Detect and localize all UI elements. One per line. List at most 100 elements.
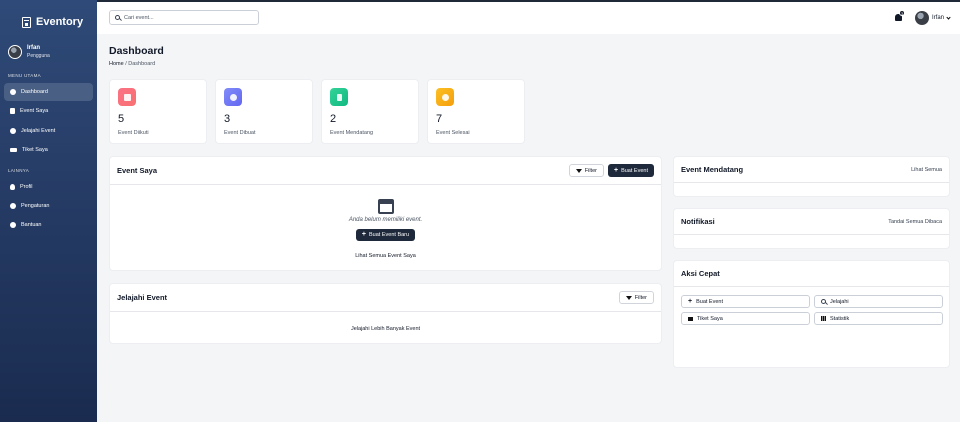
calendar-icon [10, 108, 15, 115]
sidebar-item-event-saya[interactable]: Event Saya [4, 102, 93, 120]
quick-action-label: Tiket Saya [697, 315, 723, 322]
brand[interactable]: Eventory [0, 0, 97, 34]
create-event-button[interactable]: + Buat Event [607, 164, 654, 177]
search-input[interactable] [124, 14, 244, 21]
empty-state: Anda belum memiliki event. + Buat Event … [110, 185, 661, 241]
sidebar-item-label: Event Saya [20, 108, 49, 115]
user-name: Irfan [27, 45, 41, 51]
user-menu[interactable]: Irfan [914, 11, 951, 25]
filter-icon [575, 168, 582, 173]
chevron-down-icon [946, 14, 951, 20]
card-title: Aksi Cepat [681, 269, 720, 278]
create-new-event-button[interactable]: + Buat Event Baru [355, 228, 416, 241]
quick-actions-card: Aksi Cepat + Buat Event Jelajahi Tiket S… [673, 260, 950, 368]
plus-icon: + [361, 231, 367, 238]
notifications-card: Notifikasi Tandai Semua Dibaca [673, 208, 950, 249]
sidebar: Eventory Irfan Pengguna MENU UTAMA Dashb… [0, 0, 97, 422]
quick-create-event-button[interactable]: + Buat Event [681, 295, 810, 308]
stat-card-diikuti: 5 Event Diikuti [109, 79, 207, 144]
plus-icon: + [688, 298, 693, 305]
create-event-label: Buat Event [621, 167, 648, 174]
see-all-upcoming-link[interactable]: Lihat Semua [911, 167, 942, 173]
search-icon [821, 299, 826, 304]
stat-card-dibuat: 3 Event Dibuat [215, 79, 313, 144]
card-title: Jelajahi Event [117, 293, 168, 302]
gear-icon [10, 203, 16, 210]
brand-name: Eventory [36, 16, 84, 28]
plus-icon: + [613, 167, 619, 174]
sidebar-item-bantuan[interactable]: Bantuan [4, 216, 93, 234]
create-new-event-label: Buat Event Baru [369, 231, 410, 238]
stat-value: 2 [330, 113, 337, 125]
help-icon [10, 222, 16, 229]
search-icon [115, 15, 120, 20]
ticket-icon [10, 147, 17, 152]
explore-more-link[interactable]: Jelajahi Lebih Banyak Event [110, 326, 661, 332]
avatar [914, 11, 929, 25]
stat-value: 7 [436, 113, 443, 125]
breadcrumb: Home / Dashboard [109, 61, 155, 67]
stat-label: Event Mendatang [330, 130, 374, 136]
user-role: Pengguna [27, 53, 50, 59]
users-icon [224, 88, 242, 106]
calendar-icon [377, 199, 394, 214]
quick-explore-button[interactable]: Jelajahi [814, 295, 943, 308]
quick-action-label: Statistik [830, 315, 850, 322]
empty-text: Anda belum memiliki event. [348, 217, 423, 223]
breadcrumb-home[interactable]: Home [109, 61, 124, 67]
quick-tickets-button[interactable]: Tiket Saya [681, 312, 810, 325]
filter-label: Filter [634, 294, 647, 301]
calendar-check-icon [118, 88, 136, 106]
user-menu-name: Irfan [931, 15, 944, 21]
hourglass-icon [330, 88, 348, 106]
breadcrumb-separator: / [125, 61, 127, 67]
section-label-main: MENU UTAMA [8, 73, 41, 78]
filter-icon [625, 295, 632, 300]
filter-button[interactable]: Filter [568, 164, 604, 177]
user-icon [10, 183, 15, 190]
sidebar-item-label: Pengaturan [21, 203, 50, 210]
section-label-other: LAINNYA [8, 167, 30, 173]
filter-label: Filter [584, 167, 597, 174]
stat-label: Event Dibuat [224, 130, 256, 136]
stat-label: Event Selesai [436, 130, 470, 136]
card-title: Notifikasi [681, 217, 715, 226]
stat-value: 3 [224, 113, 231, 125]
compass-icon [10, 127, 16, 134]
dashboard-icon [10, 89, 16, 95]
explore-filter-button[interactable]: Filter [618, 291, 654, 304]
page-title: Dashboard [109, 45, 164, 57]
quick-action-label: Buat Event [696, 298, 724, 305]
sidebar-item-jelajahi[interactable]: Jelajahi Event [4, 122, 93, 140]
stat-value: 5 [118, 113, 125, 125]
sidebar-item-label: Dashboard [21, 89, 48, 95]
calendar-logo-icon [22, 16, 31, 28]
avatar [8, 45, 22, 59]
stat-label: Event Diikuti [118, 130, 149, 136]
sidebar-user[interactable]: Irfan Pengguna [0, 34, 97, 64]
sidebar-item-label: Tiket Saya [22, 146, 48, 153]
see-all-my-events-link[interactable]: Lihat Semua Event Saya [110, 253, 661, 259]
topbar: 3 Irfan [97, 0, 960, 34]
card-title: Event Saya [117, 166, 158, 175]
sidebar-item-label: Profil [20, 183, 33, 190]
explore-events-card: Jelajahi Event Filter Jelajahi Lebih Ban… [109, 283, 662, 344]
chart-bar-icon [821, 316, 826, 321]
quick-action-label: Jelajahi [830, 298, 849, 305]
search-box[interactable] [109, 10, 259, 25]
sidebar-item-profil[interactable]: Profil [4, 178, 93, 196]
quick-statistics-button[interactable]: Statistik [814, 312, 943, 325]
stat-card-mendatang: 2 Event Mendatang [321, 79, 419, 144]
sidebar-item-tiket[interactable]: Tiket Saya [4, 141, 93, 159]
notification-badge: 3 [899, 10, 905, 16]
check-circle-icon [436, 88, 454, 106]
my-events-card: Event Saya Filter + Buat Event Anda belu… [109, 156, 662, 271]
sidebar-item-label: Jelajahi Event [21, 127, 56, 134]
mark-all-read-link[interactable]: Tandai Semua Dibaca [888, 219, 942, 225]
sidebar-item-label: Bantuan [21, 222, 42, 229]
card-title: Event Mendatang [681, 165, 744, 174]
stat-card-selesai: 7 Event Selesai [427, 79, 525, 144]
sidebar-item-dashboard[interactable]: Dashboard [4, 83, 93, 101]
sidebar-item-pengaturan[interactable]: Pengaturan [4, 197, 93, 215]
breadcrumb-current: Dashboard [128, 61, 156, 67]
